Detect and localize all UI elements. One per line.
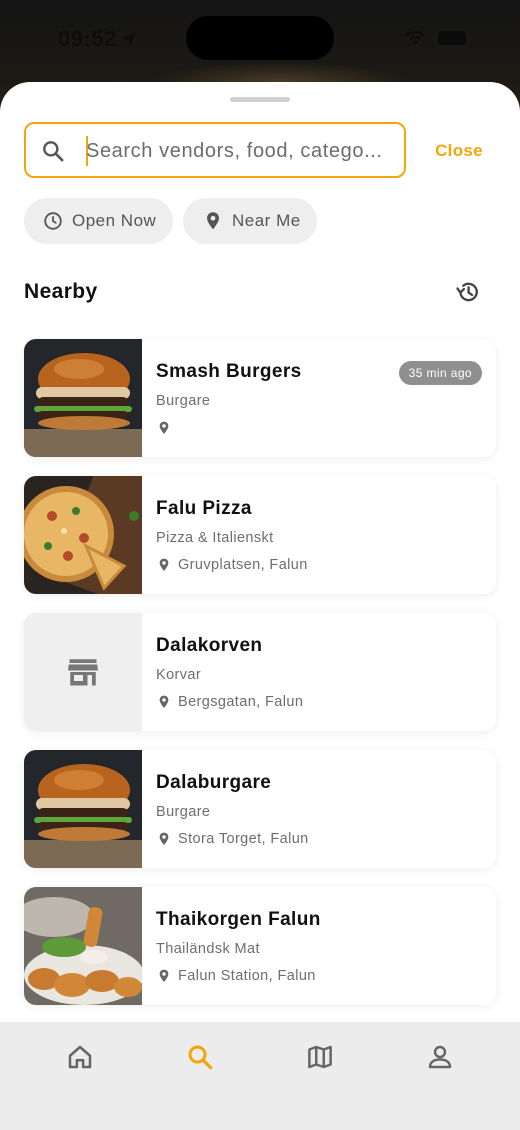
home-icon[interactable] — [65, 1042, 95, 1072]
close-button[interactable]: Close — [426, 138, 492, 164]
search-input[interactable] — [86, 132, 391, 170]
vendor-location-text: Stora Torget, Falun — [178, 831, 309, 847]
search-icon — [43, 141, 64, 162]
filter-label: Near Me — [232, 211, 301, 230]
search-box[interactable] — [24, 122, 406, 178]
vendor-location-text: Falun Station, Falun — [178, 968, 316, 984]
time-badge: 35 min ago — [398, 361, 482, 385]
location-pin-icon — [159, 695, 169, 708]
history-icon[interactable] — [454, 278, 482, 306]
store-icon — [68, 659, 98, 686]
location-pin-icon — [159, 558, 169, 571]
sheet-grabber[interactable] — [230, 97, 290, 102]
tab-bar — [0, 1022, 520, 1130]
vendor-image-burger — [24, 339, 142, 457]
vendor-location: Stora Torget, Falun — [156, 830, 309, 848]
status-time: 09:52 — [58, 26, 117, 51]
vendor-card[interactable]: Thaikorgen Falun Thailändsk Mat Falun St… — [24, 887, 496, 1005]
vendor-location: Falun Station, Falun — [156, 967, 316, 985]
vendor-image-pizza — [24, 476, 142, 594]
vendor-image-placeholder — [24, 613, 142, 731]
vendor-name: Dalakorven — [156, 635, 263, 656]
vendor-category: Burgare — [156, 393, 211, 409]
vendor-location-text: Gruvplatsen, Falun — [178, 557, 308, 573]
vendor-card[interactable]: Dalakorven Korvar Bergsgatan, Falun — [24, 613, 496, 731]
vendor-name: Smash Burgers — [156, 361, 302, 382]
wifi-icon — [405, 30, 425, 45]
vendor-category: Pizza & Italienskt — [156, 530, 274, 546]
vendor-name: Falu Pizza — [156, 498, 252, 519]
location-pin-icon — [159, 421, 169, 434]
vendor-image-burger — [24, 750, 142, 868]
vendor-category: Korvar — [156, 667, 202, 683]
location-pin-icon — [207, 212, 219, 230]
vendor-image-fried-chicken — [24, 887, 142, 1005]
battery-icon — [438, 31, 466, 45]
vendor-location — [156, 419, 178, 437]
filter-open-now[interactable]: Open Now — [24, 198, 173, 244]
filter-near-me[interactable]: Near Me — [183, 198, 317, 244]
map-icon[interactable] — [305, 1042, 335, 1072]
filter-label: Open Now — [72, 211, 157, 230]
search-sheet: Close Open Now Near Me Nearby — [0, 82, 520, 1130]
vendor-name: Thaikorgen Falun — [156, 909, 321, 930]
vendor-card[interactable]: Falu Pizza Pizza & Italienskt Gruvplatse… — [24, 476, 496, 594]
search-icon[interactable] — [185, 1042, 215, 1072]
section-title: Nearby — [24, 280, 98, 303]
person-icon[interactable] — [425, 1042, 455, 1072]
vendor-location: Bergsgatan, Falun — [156, 693, 303, 711]
location-pin-icon — [159, 832, 169, 845]
dynamic-island — [186, 16, 334, 60]
location-arrow-icon — [121, 31, 137, 47]
clock-icon — [44, 212, 62, 230]
vendor-category: Thailändsk Mat — [156, 941, 260, 957]
vendor-card[interactable]: Dalaburgare Burgare Stora Torget, Falun — [24, 750, 496, 868]
location-pin-icon — [159, 969, 169, 982]
status-bar: 09:52 — [0, 0, 520, 80]
vendor-category: Burgare — [156, 804, 211, 820]
vendor-name: Dalaburgare — [156, 772, 272, 793]
vendor-card[interactable]: Smash Burgers 35 min ago Burgare — [24, 339, 496, 457]
vendor-location: Gruvplatsen, Falun — [156, 556, 308, 574]
vendor-location-text: Bergsgatan, Falun — [178, 694, 304, 710]
